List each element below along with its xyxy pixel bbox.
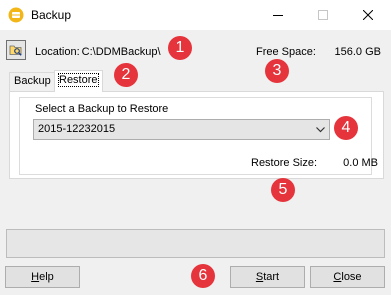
free-space-label: Free Space: xyxy=(256,46,316,58)
location-label: Location: xyxy=(35,46,80,58)
backup-app-icon xyxy=(8,7,24,23)
maximize-button[interactable] xyxy=(300,0,345,30)
title-bar[interactable]: Backup xyxy=(0,0,391,30)
free-space-value: 156.0 GB xyxy=(334,46,381,58)
help-label: elp xyxy=(39,271,54,283)
tab-restore[interactable]: Restore xyxy=(54,70,103,92)
close-button[interactable]: Close xyxy=(310,266,385,288)
callout-2: 2 xyxy=(114,63,138,87)
select-backup-label: Select a Backup to Restore xyxy=(35,103,169,115)
start-button[interactable]: Start xyxy=(230,266,305,288)
window-title: Backup xyxy=(31,8,72,22)
folder-browse-icon xyxy=(9,45,22,56)
backup-window: Backup Location: C:\DDMBackup\ Free Space… xyxy=(0,0,391,295)
location-path: C:\DDMBackup\ xyxy=(81,46,161,58)
progress-bar xyxy=(6,229,385,258)
help-mnemonic: H xyxy=(31,271,40,283)
backup-select-dropdown[interactable]: 2015-12232015 xyxy=(33,119,330,140)
location-display: Location: C:\DDMBackup\ xyxy=(35,46,161,58)
help-button[interactable]: Help xyxy=(5,266,80,288)
callout-1: 1 xyxy=(168,36,192,60)
start-mnemonic: S xyxy=(255,271,264,283)
selected-backup-value: 2015-12232015 xyxy=(38,123,116,135)
restore-size-value: 0.0 MB xyxy=(343,157,378,169)
start-label: tart xyxy=(263,271,280,283)
callout-5: 5 xyxy=(271,178,295,202)
minimize-icon xyxy=(272,15,283,16)
close-icon xyxy=(362,10,373,20)
tab-backup-label: Backup xyxy=(14,75,51,87)
tab-restore-label: Restore xyxy=(58,73,99,87)
callout-4: 4 xyxy=(334,116,358,140)
close-window-button[interactable] xyxy=(345,0,390,30)
callout-6: 6 xyxy=(191,264,215,288)
maximize-icon xyxy=(317,10,328,20)
chevron-down-icon xyxy=(316,127,325,133)
browse-location-button[interactable] xyxy=(6,40,26,60)
minimize-button[interactable] xyxy=(255,0,300,30)
close-mnemonic: C xyxy=(333,271,342,283)
callout-3: 3 xyxy=(265,59,289,83)
close-label: lose xyxy=(341,271,362,283)
tab-backup[interactable]: Backup xyxy=(9,72,56,91)
restore-size-label: Restore Size: xyxy=(251,157,318,169)
